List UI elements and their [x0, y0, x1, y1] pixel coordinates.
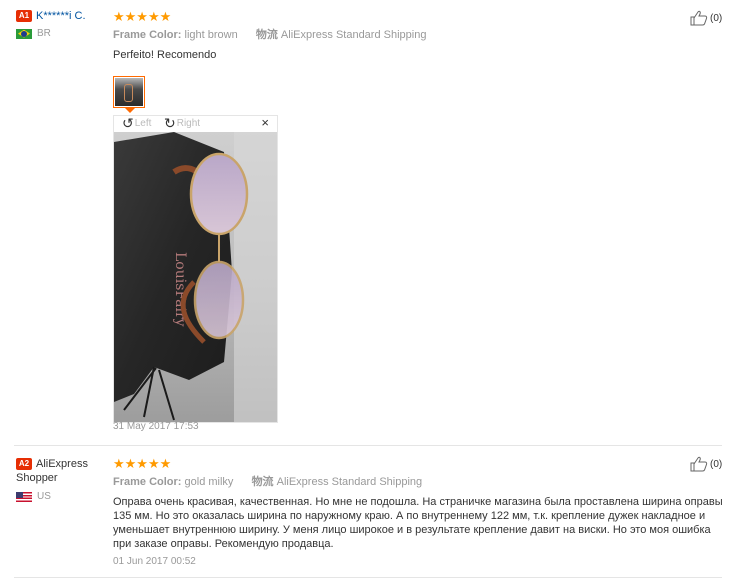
- attr-frame-color-key: Frame Color:: [113, 29, 182, 41]
- order-attributes: Frame Color: light brown 物流 AliExpress S…: [113, 28, 723, 42]
- attr-frame-color-value: light brown: [184, 29, 238, 41]
- rotate-right-button[interactable]: ↻ Right: [164, 115, 201, 131]
- rotate-left-button[interactable]: ↺ Left: [122, 115, 152, 131]
- attr-shipping-value: AliExpress Standard Shipping: [276, 476, 423, 488]
- attr-frame-color-value: gold milky: [184, 476, 234, 488]
- feedback-text: Perfeito! Recomendo: [113, 49, 217, 61]
- photo-viewer-toolbar: ↺ Left ↻ Right ×: [114, 116, 277, 132]
- close-icon[interactable]: ×: [261, 116, 269, 130]
- attr-shipping-key: 物流: [251, 476, 274, 488]
- review-item: A2 AliExpress Shopper US ★★★★★ Frame Colo…: [0, 446, 750, 578]
- review-divider: [14, 577, 722, 578]
- rotate-right-label: Right: [176, 117, 201, 129]
- reviewer-country: US: [16, 491, 111, 502]
- review-item: A1 K******i C. BR ★★★★★ Frame Color: ligh…: [0, 0, 750, 446]
- rotate-right-icon: ↻: [164, 115, 176, 131]
- reviewer-info: A1 K******i C. BR: [16, 10, 111, 39]
- country-code: BR: [37, 28, 51, 40]
- brazil-flag-icon: [16, 28, 32, 39]
- photo-viewer: ↺ Left ↻ Right × LouisFairy: [113, 115, 278, 423]
- feedback-text: Оправа очень красивая, качественная. Но …: [113, 496, 723, 550]
- buyer-level-badge: A2: [16, 458, 32, 471]
- helpful-count: (0): [710, 458, 723, 470]
- helpful-button[interactable]: (0): [690, 456, 722, 472]
- review-content: ★★★★★ Frame Color: light brown 物流 AliExp…: [113, 9, 723, 432]
- attr-shipping-value: AliExpress Standard Shipping: [280, 29, 427, 41]
- reviewer-name[interactable]: K******i C.: [36, 10, 86, 22]
- review-photo-large: LouisFairy: [114, 132, 277, 422]
- buyer-level-badge: A1: [16, 10, 32, 23]
- star-rating: ★★★★★: [113, 456, 172, 471]
- helpful-count: (0): [710, 12, 723, 24]
- thumbs-up-icon: [690, 456, 708, 472]
- review-date: 01 Jun 2017 00:52: [113, 556, 196, 567]
- review-photo-thumbnail[interactable]: [113, 76, 145, 108]
- helpful-button[interactable]: (0): [690, 10, 722, 26]
- order-attributes: Frame Color: gold milky 物流 AliExpress St…: [113, 475, 723, 489]
- us-flag-icon: [16, 491, 32, 502]
- country-code: US: [37, 491, 51, 503]
- rotate-left-label: Left: [134, 117, 152, 129]
- review-content: ★★★★★ Frame Color: gold milky 物流 AliExpr…: [113, 456, 723, 568]
- reviewer-country: BR: [16, 28, 111, 39]
- reviewer-info: A2 AliExpress Shopper US: [16, 457, 111, 502]
- thumbnail-pointer: [125, 108, 135, 113]
- attr-shipping-key: 物流: [255, 29, 278, 41]
- thumbs-up-icon: [690, 10, 708, 26]
- rotate-left-icon: ↺: [122, 115, 134, 131]
- review-date: 31 May 2017 17:53: [113, 421, 199, 432]
- star-rating: ★★★★★: [113, 9, 172, 24]
- attr-frame-color-key: Frame Color:: [113, 476, 182, 488]
